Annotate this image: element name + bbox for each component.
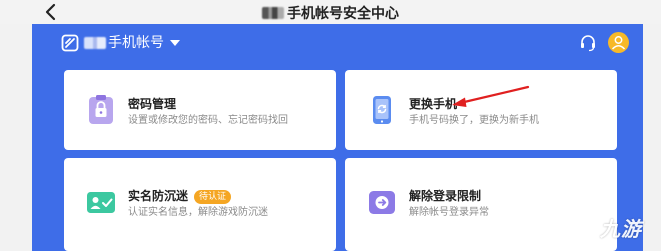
card-title: 实名防沉迷 待认证 (128, 188, 232, 204)
id-card-check-icon (87, 192, 115, 213)
card-description: 认证实名信息，解除游戏防沉迷 (128, 207, 268, 218)
card-title: 解除登录限制 (409, 189, 482, 203)
app-header: 手机帐号 (32, 24, 643, 64)
card-description: 解除帐号登录异常 (409, 207, 489, 218)
card-description: 手机号码换了，更换为新手机 (409, 115, 539, 126)
top-bar: 手机帐号安全中心 (0, 0, 661, 24)
card-description: 设置或修改您的密码、忘记密码找回 (128, 115, 288, 126)
account-switcher[interactable]: 手机帐号 (84, 33, 180, 53)
page-title: 手机帐号安全中心 (0, 3, 661, 23)
unlock-arrow-icon (369, 191, 395, 214)
watermark: 九游 (574, 212, 642, 242)
user-avatar[interactable] (608, 32, 629, 53)
caret-down-icon (170, 40, 180, 46)
card-title-text: 实名防沉迷 (128, 189, 189, 203)
card-title: 更换手机 (409, 97, 458, 111)
card-title: 密码管理 (128, 97, 177, 111)
card-change-phone[interactable]: 更换手机 手机号码换了，更换为新手机 (345, 70, 617, 150)
phone-refresh-icon (373, 96, 391, 124)
watermark-text: 九游 (600, 216, 642, 241)
lock-clipboard-icon (89, 95, 113, 124)
blurred-app-name-icon (262, 7, 284, 19)
status-badge: 待认证 (194, 190, 232, 204)
user-avatar-icon (611, 36, 626, 50)
page-title-text: 手机帐号安全中心 (287, 6, 399, 22)
account-label: 手机帐号 (108, 35, 164, 51)
card-real-name-verification[interactable]: 实名防沉迷 待认证 认证实名信息，解除游戏防沉迷 (64, 158, 336, 251)
app-logo-icon (61, 34, 79, 52)
headset-icon[interactable] (579, 34, 597, 52)
blurred-account-name-icon (84, 37, 106, 49)
card-password-management[interactable]: 密码管理 设置或修改您的密码、忘记密码找回 (64, 70, 336, 150)
security-center-panel: 手机帐号 密码管理 设置或修改您的密码、忘记密码找回 更换手机 手机号码换了，更… (32, 24, 643, 251)
jiuyou-logo-icon (578, 215, 593, 240)
